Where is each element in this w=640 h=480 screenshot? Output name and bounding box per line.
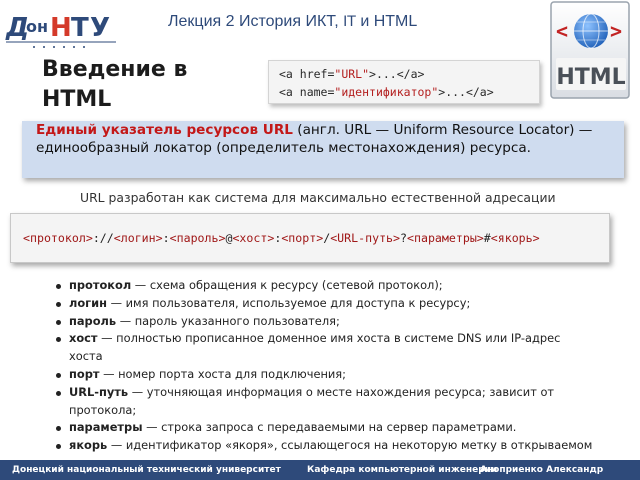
syntax-anchor: <якорь> (490, 231, 540, 245)
svg-text:Т: Т (71, 13, 89, 43)
svg-text:>: > (610, 19, 622, 43)
footer-bar: Донецкий национальный технический универ… (0, 460, 640, 480)
list-item: логин — имя пользователя, используемое д… (56, 295, 596, 313)
url-components-list: протокол — схема обращения к ресурсу (се… (56, 277, 596, 473)
svg-text:У: У (90, 13, 110, 43)
definition-term: Единый указатель ресурсов URL (36, 122, 293, 138)
svg-text:Н: Н (50, 13, 72, 43)
list-item: URL-путь — уточняющая информация о месте… (56, 384, 596, 420)
syntax-port: <порт> (281, 231, 324, 245)
svg-text:он: он (26, 17, 48, 36)
lecture-title: Лекция 2 История ИКТ, IT и HTML (168, 12, 458, 32)
lecture-title-prefix: Лекция 2 История ИКТ, (168, 13, 339, 30)
page-title: Введение в HTML (42, 57, 188, 112)
syntax-host: <хост> (232, 231, 275, 245)
list-item: параметры — строка запроса с передаваемы… (56, 419, 596, 437)
donntu-logo-icon: Д он Н Т У (5, 13, 116, 48)
footer-department: Кафедра компьютерной инженерии (307, 465, 498, 475)
html-globe-icon: < > HTML (550, 1, 630, 99)
lecture-title-it: IT (343, 14, 356, 30)
url-definition: Единый указатель ресурсов URL (англ. URL… (22, 121, 624, 178)
syntax-params: <параметры> (407, 231, 484, 245)
intro-text: URL разработан как система для максималь… (80, 190, 556, 205)
footer-author: Аноприенко Александр Яковлевич (480, 465, 604, 475)
code-line-name: <a name="идентификатор">...</a> (279, 85, 494, 99)
list-item: протокол — схема обращения к ресурсу (се… (56, 277, 596, 295)
lecture-title-suffix: и HTML (360, 13, 418, 30)
list-item: хост — полностью прописанное доменное им… (56, 330, 596, 366)
svg-text:<: < (556, 19, 568, 43)
html-badge: < > HTML (548, 0, 634, 102)
footer-university: Донецкий национальный технический универ… (12, 465, 281, 475)
list-item: пароль — пароль указанного пользователя; (56, 313, 596, 331)
syntax-protocol: <протокол> (23, 231, 93, 245)
list-item: порт — номер порта хоста для подключения… (56, 366, 596, 384)
badge-text: HTML (556, 65, 625, 90)
university-logo: Д он Н Т У (4, 6, 122, 52)
syntax-path: <URL‐путь> (330, 231, 401, 245)
code-example: <a href="URL">...</a> <a name="идентифика… (268, 60, 540, 104)
syntax-password: <пароль> (169, 231, 226, 245)
url-syntax: <протокол>://<логин>:<пароль>@<хост>:<по… (10, 213, 610, 263)
syntax-login: <логин> (113, 231, 163, 245)
code-line-href: <a href="URL">...</a> (279, 67, 425, 81)
